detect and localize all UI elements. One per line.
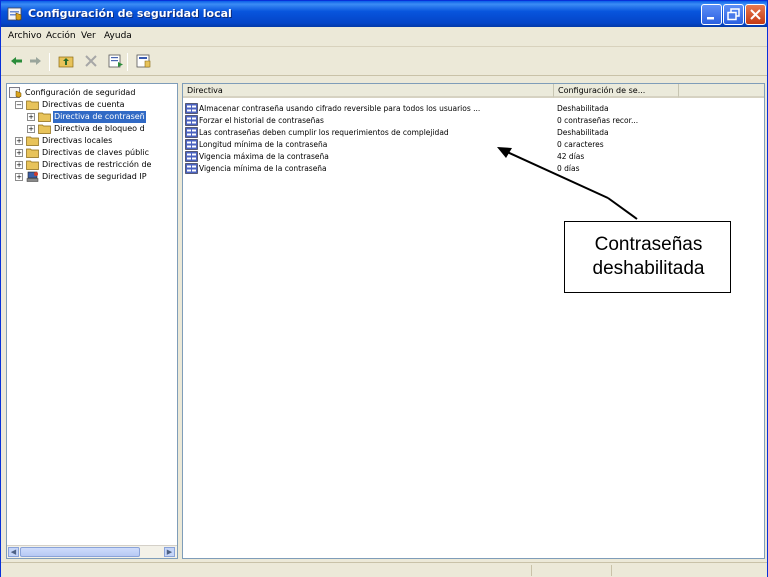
policy-icon <box>185 163 198 174</box>
policy-row[interactable]: Forzar el historial de contraseñas 0 con… <box>185 115 764 126</box>
properties-button[interactable] <box>133 52 155 72</box>
folder-icon <box>26 160 39 170</box>
toolbar <box>1 48 767 76</box>
callout-box: Contraseñas deshabilitada <box>564 221 731 293</box>
policy-name: Forzar el historial de contraseñas <box>199 116 324 125</box>
policy-icon <box>185 151 198 162</box>
expand-icon[interactable]: + <box>15 161 23 169</box>
tree-item-label: Directivas de restricción de <box>42 160 152 169</box>
callout-line-1: Contraseñas <box>594 234 703 255</box>
window-title: Configuración de seguridad local <box>28 7 232 20</box>
policy-name: Vigencia máxima de la contraseña <box>199 152 329 161</box>
folder-icon <box>38 112 51 122</box>
menu-ver[interactable]: Ver <box>81 31 96 41</box>
policy-icon <box>185 127 198 138</box>
title-bar[interactable]: Configuración de seguridad local <box>1 1 767 27</box>
status-bar <box>1 562 767 577</box>
minimize-icon <box>707 17 714 20</box>
tree-item-claves-publicas[interactable]: + Directivas de claves públic <box>9 147 177 159</box>
forward-button[interactable] <box>25 52 47 72</box>
security-app-icon <box>7 7 22 21</box>
close-button[interactable] <box>745 4 766 25</box>
security-settings-icon <box>9 87 22 98</box>
policy-name: Longitud mínima de la contraseña <box>199 140 328 149</box>
menu-bar: Archivo Acción Ver Ayuda <box>1 27 767 47</box>
scroll-right-icon[interactable]: ▶ <box>164 547 175 557</box>
menu-archivo[interactable]: Archivo <box>8 31 42 41</box>
policy-value: Deshabilitada <box>557 128 609 137</box>
toolbar-separator <box>49 53 50 71</box>
maximize-icon <box>727 8 740 21</box>
expand-icon[interactable]: + <box>15 149 23 157</box>
policy-name: Almacenar contraseña usando cifrado reve… <box>199 104 481 113</box>
tree-item-label: Directiva de contraseñ <box>53 111 146 123</box>
tree-item-root[interactable]: Configuración de seguridad <box>9 87 177 99</box>
up-folder-icon <box>58 56 74 68</box>
expand-icon[interactable]: + <box>27 113 35 121</box>
tree-item-label: Directivas de seguridad IP <box>42 172 147 181</box>
tree-item-directivas-cuenta[interactable]: − Directivas de cuenta <box>9 99 177 111</box>
tree-item-label: Directiva de bloqueo d <box>54 124 145 133</box>
policy-row[interactable]: Vigencia mínima de la contraseña 0 días <box>185 163 764 174</box>
tree-item-label: Directivas de cuenta <box>42 100 125 109</box>
callout-line-2: deshabilitada <box>592 258 705 279</box>
policy-value: 0 caracteres <box>557 140 604 149</box>
status-cell <box>611 565 767 576</box>
toolbar-separator <box>127 53 128 71</box>
menu-accion[interactable]: Acción <box>46 31 76 41</box>
column-header-directiva[interactable]: Directiva <box>183 84 554 98</box>
delete-x-icon <box>85 55 97 67</box>
maximize-button[interactable] <box>723 4 744 25</box>
tree-item-restriccion[interactable]: + Directivas de restricción de <box>9 159 177 171</box>
tree-item-label: Configuración de seguridad <box>25 88 136 97</box>
forward-arrow-icon <box>30 57 41 65</box>
expand-icon[interactable]: + <box>27 125 35 133</box>
up-level-button[interactable] <box>55 52 77 72</box>
policy-row[interactable]: Vigencia máxima de la contraseña 42 días <box>185 151 764 162</box>
menu-ayuda[interactable]: Ayuda <box>104 31 132 41</box>
column-header-configuracion[interactable]: Configuración de se... <box>554 84 679 98</box>
policy-icon <box>185 115 198 126</box>
folder-icon <box>26 136 39 146</box>
policy-name: Vigencia mínima de la contraseña <box>199 164 327 173</box>
policy-value: 42 días <box>557 152 585 161</box>
tree-item-directiva-contrasenas[interactable]: + Directiva de contraseñ <box>9 111 177 123</box>
policy-name: Las contraseñas deben cumplir los requer… <box>199 128 449 137</box>
status-cell <box>531 565 611 576</box>
policy-value: 0 contraseñas recor... <box>557 116 639 125</box>
back-arrow-icon <box>11 57 22 65</box>
expand-icon[interactable]: + <box>15 173 23 181</box>
export-list-icon <box>108 54 123 68</box>
tree-pane[interactable]: Configuración de seguridad − Directivas … <box>6 83 178 559</box>
policy-value: 0 días <box>557 164 580 173</box>
callout-text: Contraseñas deshabilitada <box>565 233 732 281</box>
policy-row[interactable]: Las contraseñas deben cumplir los requer… <box>185 127 764 138</box>
policy-row[interactable]: Longitud mínima de la contraseña 0 carac… <box>185 139 764 150</box>
export-list-button[interactable] <box>105 52 127 72</box>
tree-item-directiva-bloqueo[interactable]: + Directiva de bloqueo d <box>9 123 177 135</box>
tree-item-label: Directivas locales <box>42 136 113 145</box>
tree-item-directivas-locales[interactable]: + Directivas locales <box>9 135 177 147</box>
scroll-thumb[interactable] <box>20 547 140 557</box>
column-header-empty <box>679 84 764 98</box>
close-icon <box>750 9 761 20</box>
delete-button[interactable] <box>81 52 103 72</box>
folder-icon <box>38 124 51 134</box>
policy-icon <box>185 139 198 150</box>
ip-security-icon <box>26 171 39 182</box>
minimize-button[interactable] <box>701 4 722 25</box>
expand-icon[interactable]: + <box>15 137 23 145</box>
horizontal-scrollbar[interactable]: ◀ ▶ <box>7 545 177 558</box>
folder-icon <box>26 148 39 158</box>
policy-list-pane[interactable]: Directiva Configuración de se... Almacen… <box>182 83 765 559</box>
policy-icon <box>185 103 198 114</box>
policy-row[interactable]: Almacenar contraseña usando cifrado reve… <box>185 103 764 114</box>
policy-value: Deshabilitada <box>557 104 609 113</box>
tree-item-label: Directivas de claves públic <box>42 148 150 157</box>
tree-item-seguridad-ip[interactable]: + Directivas de seguridad IP <box>9 171 177 183</box>
properties-icon <box>136 54 151 68</box>
scroll-left-icon[interactable]: ◀ <box>8 547 19 557</box>
folder-icon <box>26 100 39 110</box>
collapse-icon[interactable]: − <box>15 101 23 109</box>
